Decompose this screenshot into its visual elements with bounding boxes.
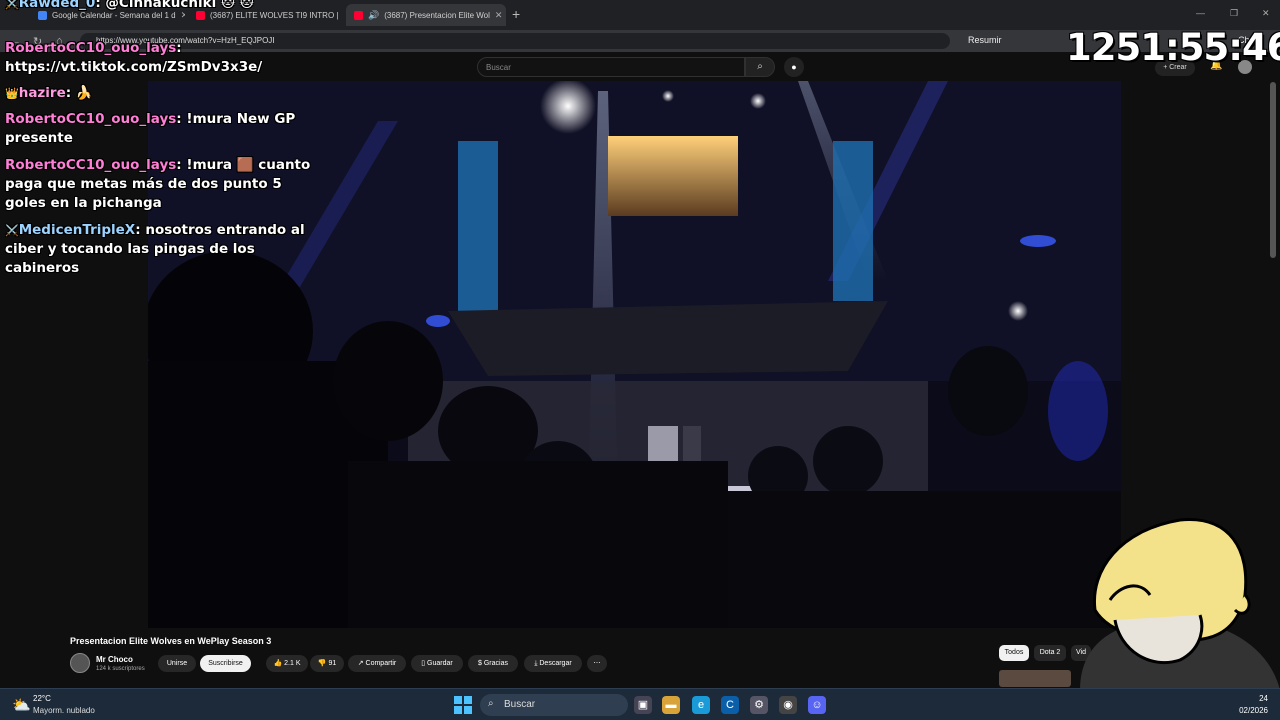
banana-emote-icon: 🍌 <box>75 85 93 101</box>
task-view-icon[interactable]: ▣ <box>634 696 652 714</box>
youtube-icon <box>354 10 363 20</box>
resumir-button[interactable]: Resumir <box>968 35 1002 45</box>
download-label: Descargar <box>539 660 572 667</box>
minimize-icon[interactable]: — <box>1196 8 1205 18</box>
chat-message: ⚔️MedicenTripleX: nosotros entrando al c… <box>5 222 305 276</box>
channel-avatar[interactable] <box>70 653 90 673</box>
close-icon[interactable]: ✕ <box>495 10 503 21</box>
chat-text: https://vt.tiktok.com/ZSmDv3x3e/ <box>5 59 263 75</box>
chat-username: Rawded_0 <box>18 0 96 11</box>
channel-subscribers: 124 k suscriptores <box>96 666 145 672</box>
chat-username: RobertoCC10_ouo_lays <box>5 40 177 56</box>
stream-timer: 1251:55:46 <box>1066 26 1280 69</box>
tab-label: (3687) Presentacion Elite Wol <box>384 10 490 20</box>
chat-text: @Cinnakuchiki <box>105 0 217 11</box>
taskbar-search[interactable]: ⌕ Buscar <box>480 694 628 716</box>
windows-start-icon[interactable] <box>454 696 472 714</box>
chat-message: RobertoCC10_ouo_lays: !mura New GP prese… <box>5 111 296 146</box>
sword-badge-icon: ⚔️ <box>5 0 19 10</box>
chat-message: 👑hazire: 🍌 <box>5 85 93 101</box>
file-explorer-icon[interactable]: ▬ <box>662 696 680 714</box>
share-button[interactable]: ↗ Compartir <box>348 655 406 672</box>
thumbs-up-icon: 👍 <box>273 660 285 667</box>
like-button[interactable]: 👍 2.1 K <box>266 655 308 672</box>
weather-description[interactable]: Mayorm. nublado <box>33 706 95 715</box>
like-count: 2.1 K <box>284 660 301 667</box>
chat-message: ⚔️Rawded_0: @Cinnakuchiki 🐱 🐱 <box>5 0 315 13</box>
temperature[interactable]: 22°C <box>33 694 51 703</box>
thanks-button[interactable]: $ Gracias <box>468 655 518 672</box>
join-button[interactable]: Unirse <box>158 655 196 672</box>
cat-emote-icon: 🐱 🐱 <box>220 0 254 11</box>
thumbs-down-icon: 👎 <box>317 660 329 667</box>
windows-taskbar: ⛅ 22°C Mayorm. nublado ⌕ Buscar ▣ ▬ e C … <box>0 688 1280 720</box>
microphone-icon[interactable]: ● <box>784 57 804 77</box>
chat-username: RobertoCC10_ouo_lays <box>5 157 177 173</box>
dislike-button[interactable]: 👎 91 <box>310 655 344 672</box>
thanks-label: Gracias <box>483 660 508 667</box>
speaker-icon[interactable]: 🔊 <box>368 10 379 21</box>
download-button[interactable]: ⤓ Descargar <box>524 655 582 672</box>
sword-badge-icon: ⚔️ <box>5 224 19 237</box>
share-label: Compartir <box>365 660 397 667</box>
clock-date[interactable]: 02/2026 <box>1230 706 1268 715</box>
settings-icon[interactable]: ⚙ <box>750 696 768 714</box>
save-button[interactable]: ▯ Guardar <box>411 655 463 672</box>
share-icon: ↗ <box>357 660 366 667</box>
screen: Google Calendar - Semana del 1 d ✕ (3687… <box>0 0 1280 720</box>
search-input[interactable]: Buscar <box>477 57 745 77</box>
dislike-count: 91 <box>328 660 337 667</box>
chat-message: RobertoCC10_ouo_lays: https://vt.tiktok.… <box>5 40 263 75</box>
chat-username: hazire <box>18 85 66 101</box>
more-button[interactable]: ⋯ <box>587 655 607 672</box>
chat-message: RobertoCC10_ouo_lays: !mura 🟫 cuanto pag… <box>5 157 311 211</box>
edge-icon[interactable]: e <box>692 696 710 714</box>
video-title: Presentacion Elite Wolves en WePlay Seas… <box>70 636 272 646</box>
maximize-icon[interactable]: ❐ <box>1230 8 1238 19</box>
close-window-icon[interactable]: ✕ <box>1262 8 1270 19</box>
channel-name[interactable]: Mr Choco <box>96 655 133 664</box>
search-icon[interactable]: ⌕ <box>745 57 775 77</box>
tab-presentacion[interactable]: 🔊 (3687) Presentacion Elite Wol ✕ <box>346 4 506 26</box>
discord-icon[interactable]: ☺ <box>808 696 826 714</box>
taskbar-search-label: Buscar <box>504 699 536 710</box>
crown-badge-icon: 👑 <box>5 87 19 100</box>
subscribe-button[interactable]: Suscribirse <box>200 655 251 672</box>
chat-username: RobertoCC10_ouo_lays <box>5 111 177 127</box>
clock-time[interactable]: 24 <box>1236 694 1268 703</box>
new-tab-button[interactable]: + <box>512 6 520 22</box>
save-label: Guardar <box>427 660 453 667</box>
app-icon[interactable]: ◉ <box>779 696 797 714</box>
cloud-weather-icon[interactable]: ⛅ <box>12 696 31 714</box>
streamer-avatar-mascot <box>1080 518 1280 690</box>
chat-username: MedicenTripleX <box>18 222 136 238</box>
browser-icon[interactable]: C <box>721 696 739 714</box>
scrollbar[interactable] <box>1270 82 1276 258</box>
search-icon: ⌕ <box>488 698 494 709</box>
filter-todos[interactable]: Todos <box>999 645 1029 661</box>
